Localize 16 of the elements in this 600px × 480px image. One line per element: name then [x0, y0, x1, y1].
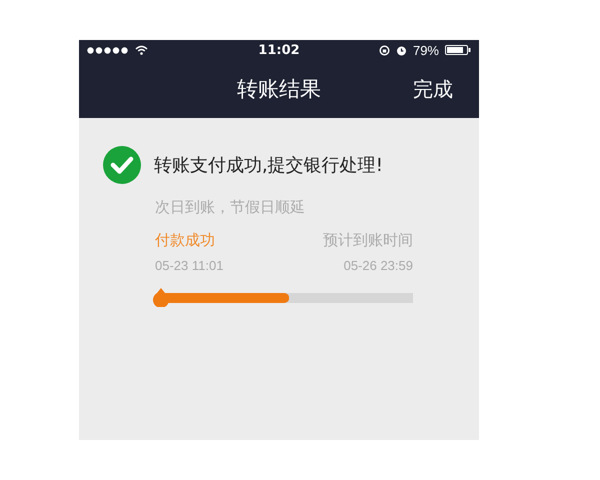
status-time: 11:02 [258, 42, 300, 58]
step-time: 05-23 11:01 [155, 258, 224, 273]
battery-percent: 79% [412, 42, 439, 58]
arrival-note: 次日到账，节假日顺延 [155, 198, 305, 217]
battery-icon [445, 45, 471, 55]
alarm-icon [396, 44, 407, 56]
step-label: 付款成功 [155, 231, 215, 250]
check-icon [103, 146, 141, 184]
step-label: 预计到账时间 [323, 231, 413, 250]
done-button[interactable]: 完成 [413, 76, 453, 102]
signal-icon [87, 46, 129, 54]
result-message: 转账支付成功,提交银行处理! [154, 154, 383, 177]
rotation-lock-icon [378, 44, 390, 56]
wifi-icon [135, 45, 148, 55]
page-title: 转账结果 [237, 76, 321, 103]
step-time: 05-26 23:59 [344, 258, 413, 273]
